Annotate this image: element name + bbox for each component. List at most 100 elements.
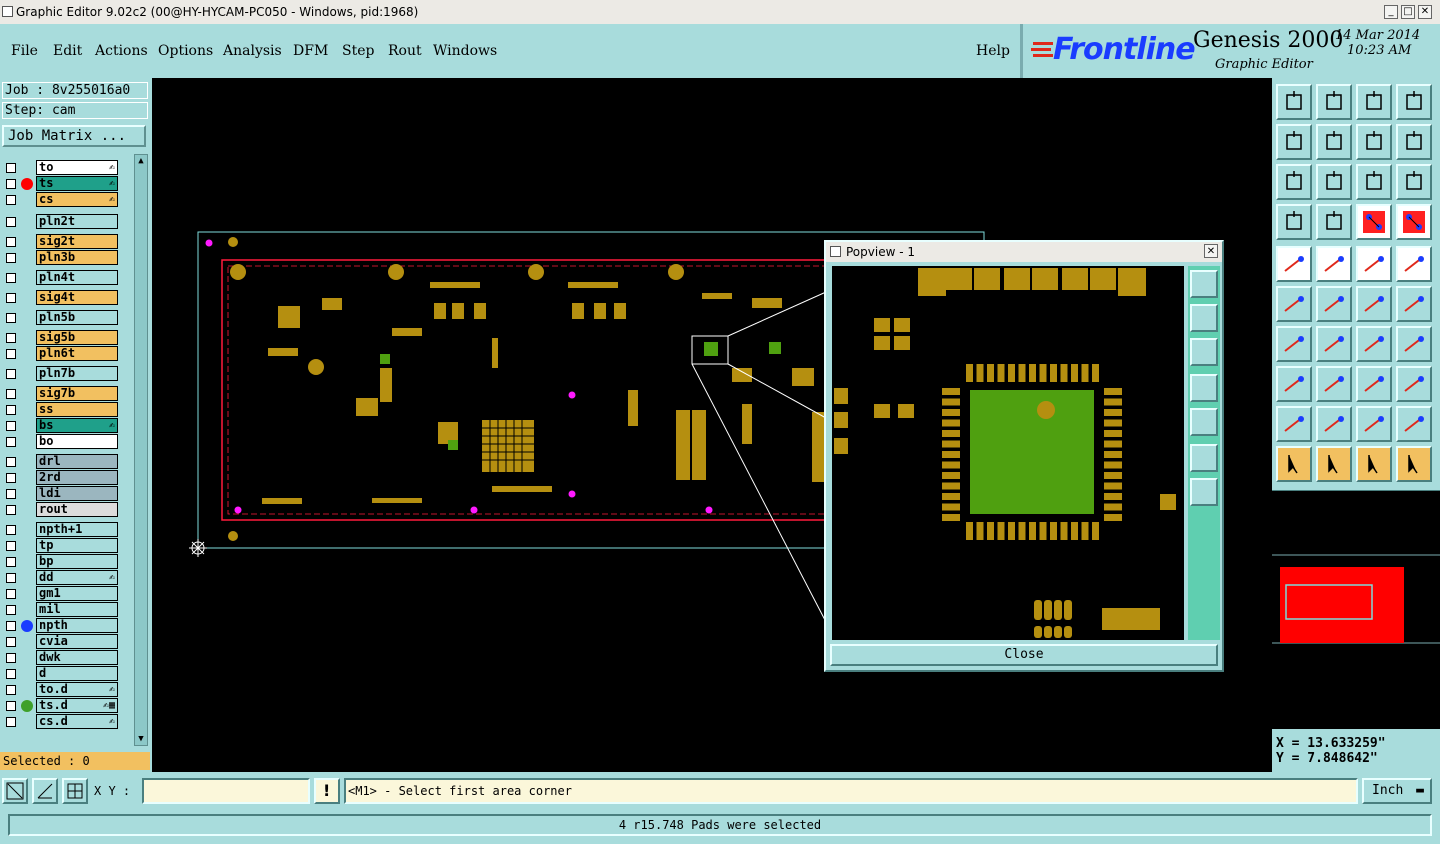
- layer-row[interactable]: pln4t: [0, 270, 124, 286]
- layer-row[interactable]: to.d ✍: [0, 682, 124, 698]
- layer-checkbox[interactable]: [6, 573, 16, 583]
- layer-checkbox[interactable]: [6, 621, 16, 631]
- layer-name[interactable]: bs ✍: [36, 418, 118, 433]
- layer-checkbox[interactable]: [6, 605, 16, 615]
- measure-pin-icon[interactable]: [1356, 366, 1392, 402]
- warning-icon[interactable]: !: [314, 778, 340, 804]
- popview-pan-left-icon[interactable]: [1190, 374, 1218, 402]
- popview-canvas[interactable]: [832, 266, 1184, 640]
- layer-row[interactable]: sig4t: [0, 290, 124, 306]
- zoom-home-icon[interactable]: [1316, 84, 1352, 120]
- select-layer-icon[interactable]: [1396, 204, 1432, 240]
- layer-checkbox[interactable]: [6, 589, 16, 599]
- layer-checkbox[interactable]: [6, 313, 16, 323]
- popview-close-icon[interactable]: ✕: [1204, 244, 1218, 258]
- layer-checkbox[interactable]: [6, 179, 16, 189]
- layer-name[interactable]: tp: [36, 538, 118, 553]
- layer-checkbox[interactable]: [6, 669, 16, 679]
- layer-row[interactable]: ss: [0, 402, 124, 418]
- layer-name[interactable]: ts.d ✍▦: [36, 698, 118, 713]
- layer-checkbox[interactable]: [6, 333, 16, 343]
- segment-icon[interactable]: [1316, 366, 1352, 402]
- layer-row[interactable]: sig7b: [0, 386, 124, 402]
- arch-icon[interactable]: [1356, 406, 1392, 442]
- layer-checkbox[interactable]: [6, 457, 16, 467]
- layer-checkbox[interactable]: [6, 273, 16, 283]
- layer-row[interactable]: cs ✍: [0, 192, 124, 208]
- layer-checkbox[interactable]: [6, 437, 16, 447]
- overview-map[interactable]: [1272, 490, 1440, 729]
- layer-checkbox[interactable]: [6, 293, 16, 303]
- select-box-icon[interactable]: [1316, 446, 1352, 482]
- layer-row[interactable]: ldi: [0, 486, 124, 502]
- layer-name[interactable]: bo: [36, 434, 118, 449]
- layer-row[interactable]: bo: [0, 434, 124, 450]
- layer-name[interactable]: ldi: [36, 486, 118, 501]
- popview-pan-right-icon[interactable]: [1190, 408, 1218, 436]
- layer-row[interactable]: d: [0, 666, 124, 682]
- popview-close-button[interactable]: Close: [830, 644, 1218, 666]
- layer-row[interactable]: npth+1: [0, 522, 124, 538]
- layer-row[interactable]: drl: [0, 454, 124, 470]
- layer-name[interactable]: pln2t: [36, 214, 118, 229]
- redraw-icon[interactable]: [1356, 124, 1392, 160]
- layer-row[interactable]: pln6t: [0, 346, 124, 362]
- layer-name[interactable]: pln5b: [36, 310, 118, 325]
- scale-1-2-icon[interactable]: [1356, 164, 1392, 200]
- ruler-icon[interactable]: [1356, 246, 1392, 282]
- layer-row[interactable]: gm1: [0, 586, 124, 602]
- menu-help[interactable]: Help: [976, 43, 1010, 59]
- layer-checkbox[interactable]: [6, 389, 16, 399]
- popview-fit-icon[interactable]: [1190, 444, 1218, 472]
- arch-curve-icon[interactable]: [1396, 406, 1432, 442]
- layer-name[interactable]: 2rd: [36, 470, 118, 485]
- scroll-down-arrow-icon[interactable]: ▼: [136, 734, 146, 744]
- layer-name[interactable]: pln4t: [36, 270, 118, 285]
- layer-name[interactable]: ss: [36, 402, 118, 417]
- menu-rout[interactable]: Rout: [388, 43, 422, 59]
- layer-name[interactable]: pln6t: [36, 346, 118, 361]
- pan-left-icon[interactable]: [1276, 124, 1312, 160]
- layer-checkbox[interactable]: [6, 653, 16, 663]
- minimize-button[interactable]: _: [1384, 5, 1398, 19]
- circle-pad-icon[interactable]: [1396, 246, 1432, 282]
- layer-checkbox[interactable]: [6, 421, 16, 431]
- layer-checkbox[interactable]: [6, 637, 16, 647]
- layer-row[interactable]: cs.d ✍: [0, 714, 124, 730]
- layer-name[interactable]: dd ✍: [36, 570, 118, 585]
- layer-name[interactable]: sig2t: [36, 234, 118, 249]
- connect-nodes-icon[interactable]: [1276, 286, 1312, 322]
- help-query-icon[interactable]: [1396, 164, 1432, 200]
- select-path-icon[interactable]: [1396, 446, 1432, 482]
- layer-row[interactable]: mil: [0, 602, 124, 618]
- add-pad-icon[interactable]: [1276, 246, 1312, 282]
- layer-name[interactable]: cs ✍: [36, 192, 118, 207]
- layer-checkbox[interactable]: [6, 253, 16, 263]
- layer-name[interactable]: sig4t: [36, 290, 118, 305]
- layer-row[interactable]: 2rd: [0, 470, 124, 486]
- select-polygon-icon[interactable]: [1356, 446, 1392, 482]
- layer-row[interactable]: npth: [0, 618, 124, 634]
- layer-row[interactable]: rout: [0, 502, 124, 518]
- menu-step[interactable]: Step: [342, 43, 374, 59]
- layer-checkbox[interactable]: [6, 557, 16, 567]
- grid-icon[interactable]: [62, 778, 88, 804]
- menu-actions[interactable]: Actions: [95, 43, 148, 59]
- layer-name[interactable]: npth: [36, 618, 118, 633]
- menu-dfm[interactable]: DFM: [293, 43, 328, 59]
- select-net-icon[interactable]: [1356, 204, 1392, 240]
- layer-row[interactable]: dwk: [0, 650, 124, 666]
- line-draw-icon[interactable]: [1316, 326, 1352, 362]
- layer-checkbox[interactable]: [6, 505, 16, 515]
- center-icon[interactable]: [1316, 164, 1352, 200]
- layer-checkbox[interactable]: [6, 217, 16, 227]
- layer-name[interactable]: pln3b: [36, 250, 118, 265]
- menu-windows[interactable]: Windows: [433, 43, 497, 59]
- layer-name[interactable]: to.d ✍: [36, 682, 118, 697]
- pan-right-icon[interactable]: [1316, 124, 1352, 160]
- layer-checkbox[interactable]: [6, 473, 16, 483]
- point-icon[interactable]: [1276, 366, 1312, 402]
- unit-selector[interactable]: Inch ▬: [1362, 778, 1432, 804]
- add-line-icon[interactable]: [1316, 246, 1352, 282]
- zoom-window-icon[interactable]: [1356, 84, 1392, 120]
